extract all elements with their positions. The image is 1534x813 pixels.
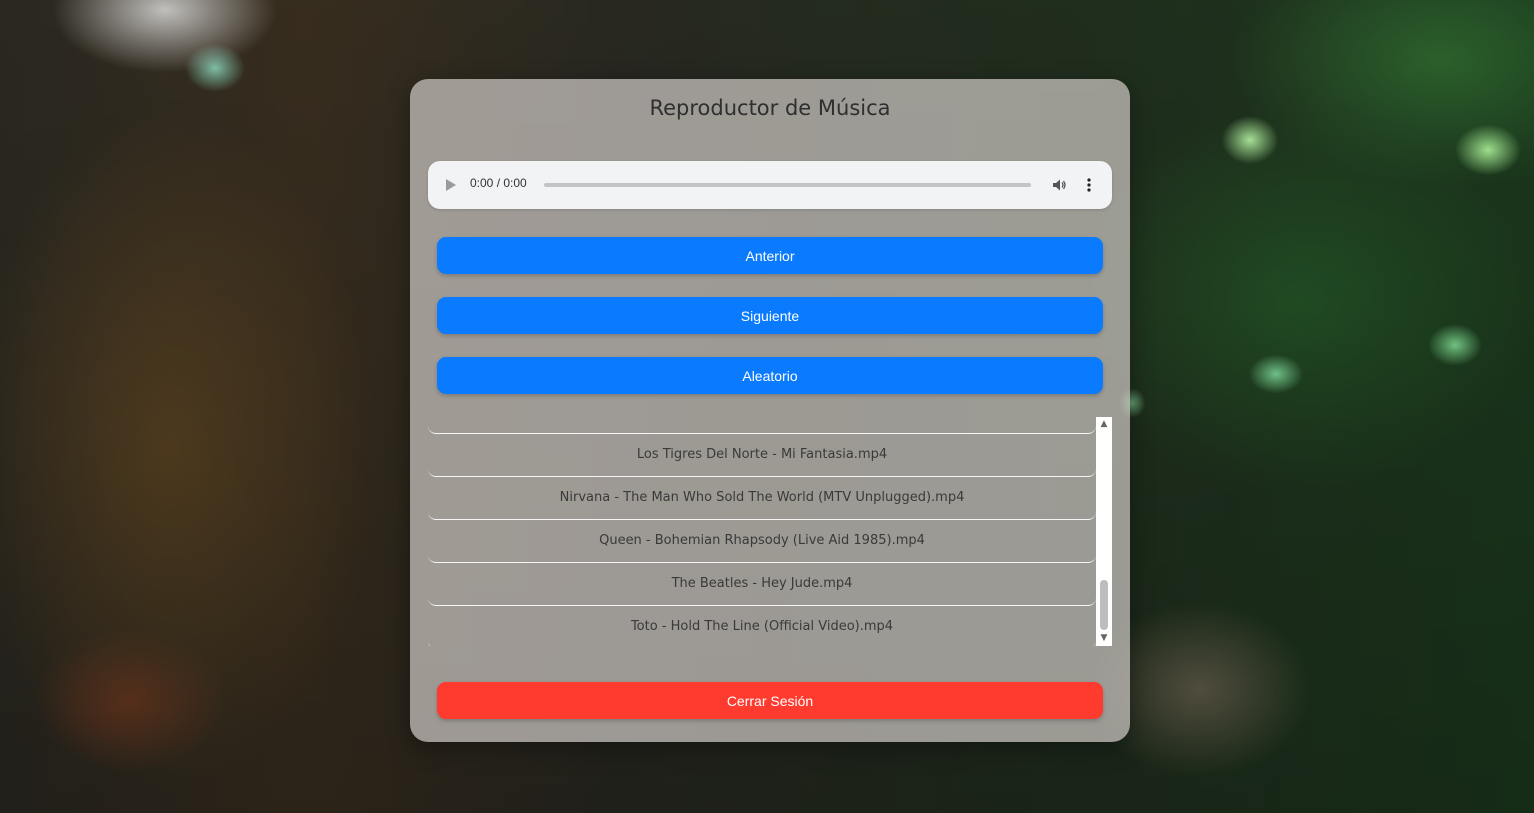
playlist-item[interactable]: Toto - Hold The Line (Official Video).mp… — [428, 606, 1096, 646]
more-vert-icon[interactable] — [1084, 177, 1094, 193]
next-button[interactable]: Siguiente — [437, 297, 1103, 334]
audio-player[interactable]: 0:00 / 0:00 — [428, 161, 1112, 209]
playlist-item[interactable]: Los Tigres Del Norte - Mi Fantasia.mp4 — [428, 434, 1096, 477]
play-icon[interactable] — [446, 179, 456, 191]
shuffle-button[interactable]: Aleatorio — [437, 357, 1103, 394]
logout-button[interactable]: Cerrar Sesión — [437, 682, 1103, 719]
page-title: Reproductor de Música — [649, 96, 891, 120]
audio-progress-bar[interactable] — [544, 183, 1031, 187]
playlist-items: Los Tigres Del Norte - Mi Fantasia.mp4 N… — [428, 417, 1096, 646]
playlist[interactable]: Los Tigres Del Norte - Mi Fantasia.mp4 N… — [428, 417, 1112, 646]
playlist-item[interactable]: The Beatles - Hey Jude.mp4 — [428, 563, 1096, 606]
scroll-up-icon[interactable]: ▲ — [1100, 420, 1108, 429]
playlist-item[interactable] — [428, 417, 1096, 434]
audio-time: 0:00 / 0:00 — [470, 176, 527, 190]
playlist-item[interactable]: Nirvana - The Man Who Sold The World (MT… — [428, 477, 1096, 520]
previous-button[interactable]: Anterior — [437, 237, 1103, 274]
scroll-down-icon[interactable]: ▼ — [1100, 634, 1108, 643]
playlist-scrollbar[interactable]: ▲ ▼ — [1096, 417, 1112, 646]
scroll-thumb[interactable] — [1100, 580, 1108, 630]
volume-icon[interactable] — [1052, 178, 1066, 192]
playlist-item[interactable]: Queen - Bohemian Rhapsody (Live Aid 1985… — [428, 520, 1096, 563]
